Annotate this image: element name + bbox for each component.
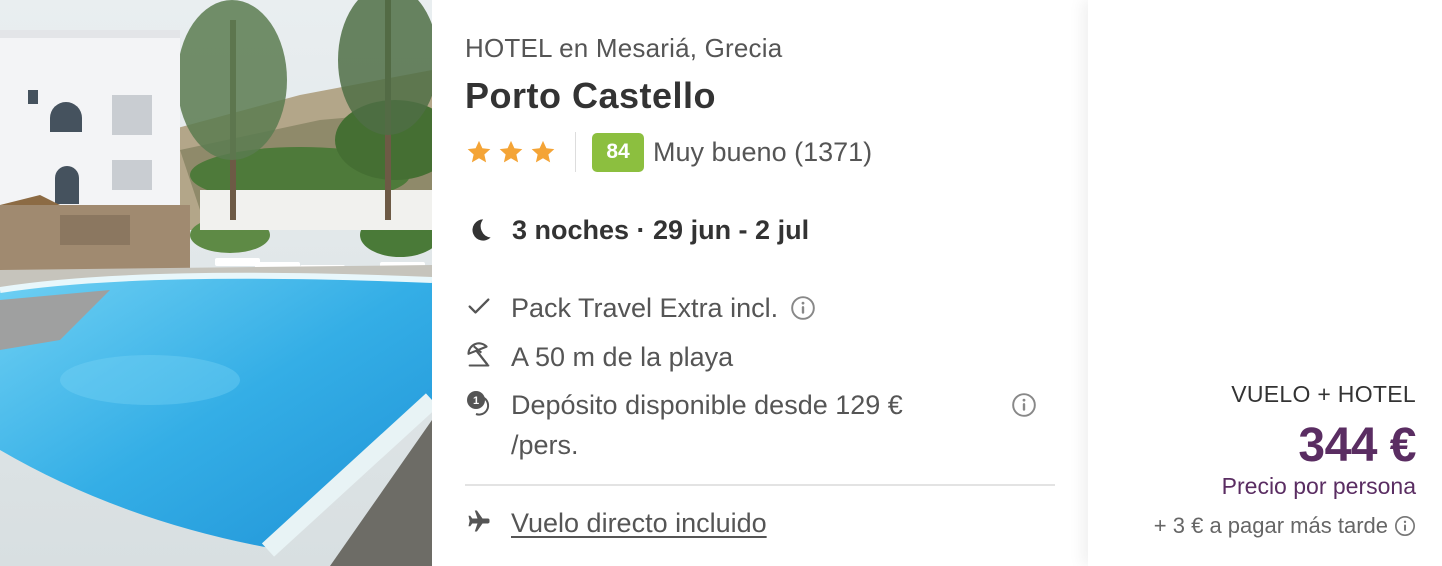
- feature-text: Pack Travel Extra incl.: [511, 293, 779, 323]
- flight-info: Vuelo directo incluido: [465, 503, 767, 543]
- feature-text-suffix: /pers.: [511, 430, 579, 460]
- score-badge: 84: [592, 132, 644, 172]
- price-panel[interactable]: VUELO + HOTEL 344 € Precio por persona +…: [1088, 0, 1442, 566]
- score-text[interactable]: Muy bueno (1371): [653, 137, 872, 168]
- plane-icon: [468, 510, 490, 532]
- feature-pack-travel: Pack Travel Extra incl.: [465, 288, 816, 328]
- feature-deposit: 1 Depósito disponible desde 129 € /pers.: [465, 385, 1037, 465]
- moon-icon: [472, 219, 491, 241]
- feature-beach-distance: A 50 m de la playa: [465, 337, 733, 377]
- check-icon: [468, 298, 490, 314]
- pay-later-text: + 3 € a pagar más tarde: [1153, 513, 1388, 538]
- star-icon: [499, 140, 523, 163]
- divider: [465, 484, 1055, 486]
- info-icon[interactable]: [790, 295, 816, 321]
- hotel-subtitle: HOTEL en Mesariá, Grecia: [465, 33, 783, 63]
- feature-text: Depósito disponible desde 129 €: [511, 390, 903, 420]
- price-amount[interactable]: 344 €: [1298, 418, 1416, 473]
- stay-info: 3 noches · 29 jun - 2 jul: [465, 210, 809, 250]
- star-icon: [531, 140, 555, 163]
- direct-flight-link[interactable]: Vuelo directo incluido: [511, 503, 767, 543]
- price-note: Precio por persona: [1221, 473, 1416, 499]
- info-icon[interactable]: [1394, 515, 1416, 537]
- pay-later-note: + 3 € a pagar más tarde: [1154, 513, 1416, 539]
- hotel-details: HOTEL en Mesariá, Grecia Porto Castello …: [432, 0, 1088, 566]
- hotel-card[interactable]: HOTEL en Mesariá, Grecia Porto Castello …: [0, 0, 1442, 566]
- beach-umbrella-icon: [467, 342, 490, 367]
- hotel-name[interactable]: Porto Castello: [465, 75, 716, 117]
- info-icon[interactable]: [1011, 392, 1037, 418]
- star-rating: [465, 138, 557, 166]
- svg-text:1: 1: [473, 395, 479, 407]
- rating-divider: [575, 132, 576, 172]
- star-icon: [467, 140, 491, 163]
- deposit-icon: 1: [467, 391, 490, 416]
- rating-row: 84 Muy bueno (1371): [465, 132, 872, 172]
- feature-text: A 50 m de la playa: [511, 342, 734, 372]
- stay-dates: 3 noches · 29 jun - 2 jul: [512, 214, 810, 245]
- hotel-photo[interactable]: [0, 0, 432, 566]
- price-type: VUELO + HOTEL: [1231, 381, 1416, 407]
